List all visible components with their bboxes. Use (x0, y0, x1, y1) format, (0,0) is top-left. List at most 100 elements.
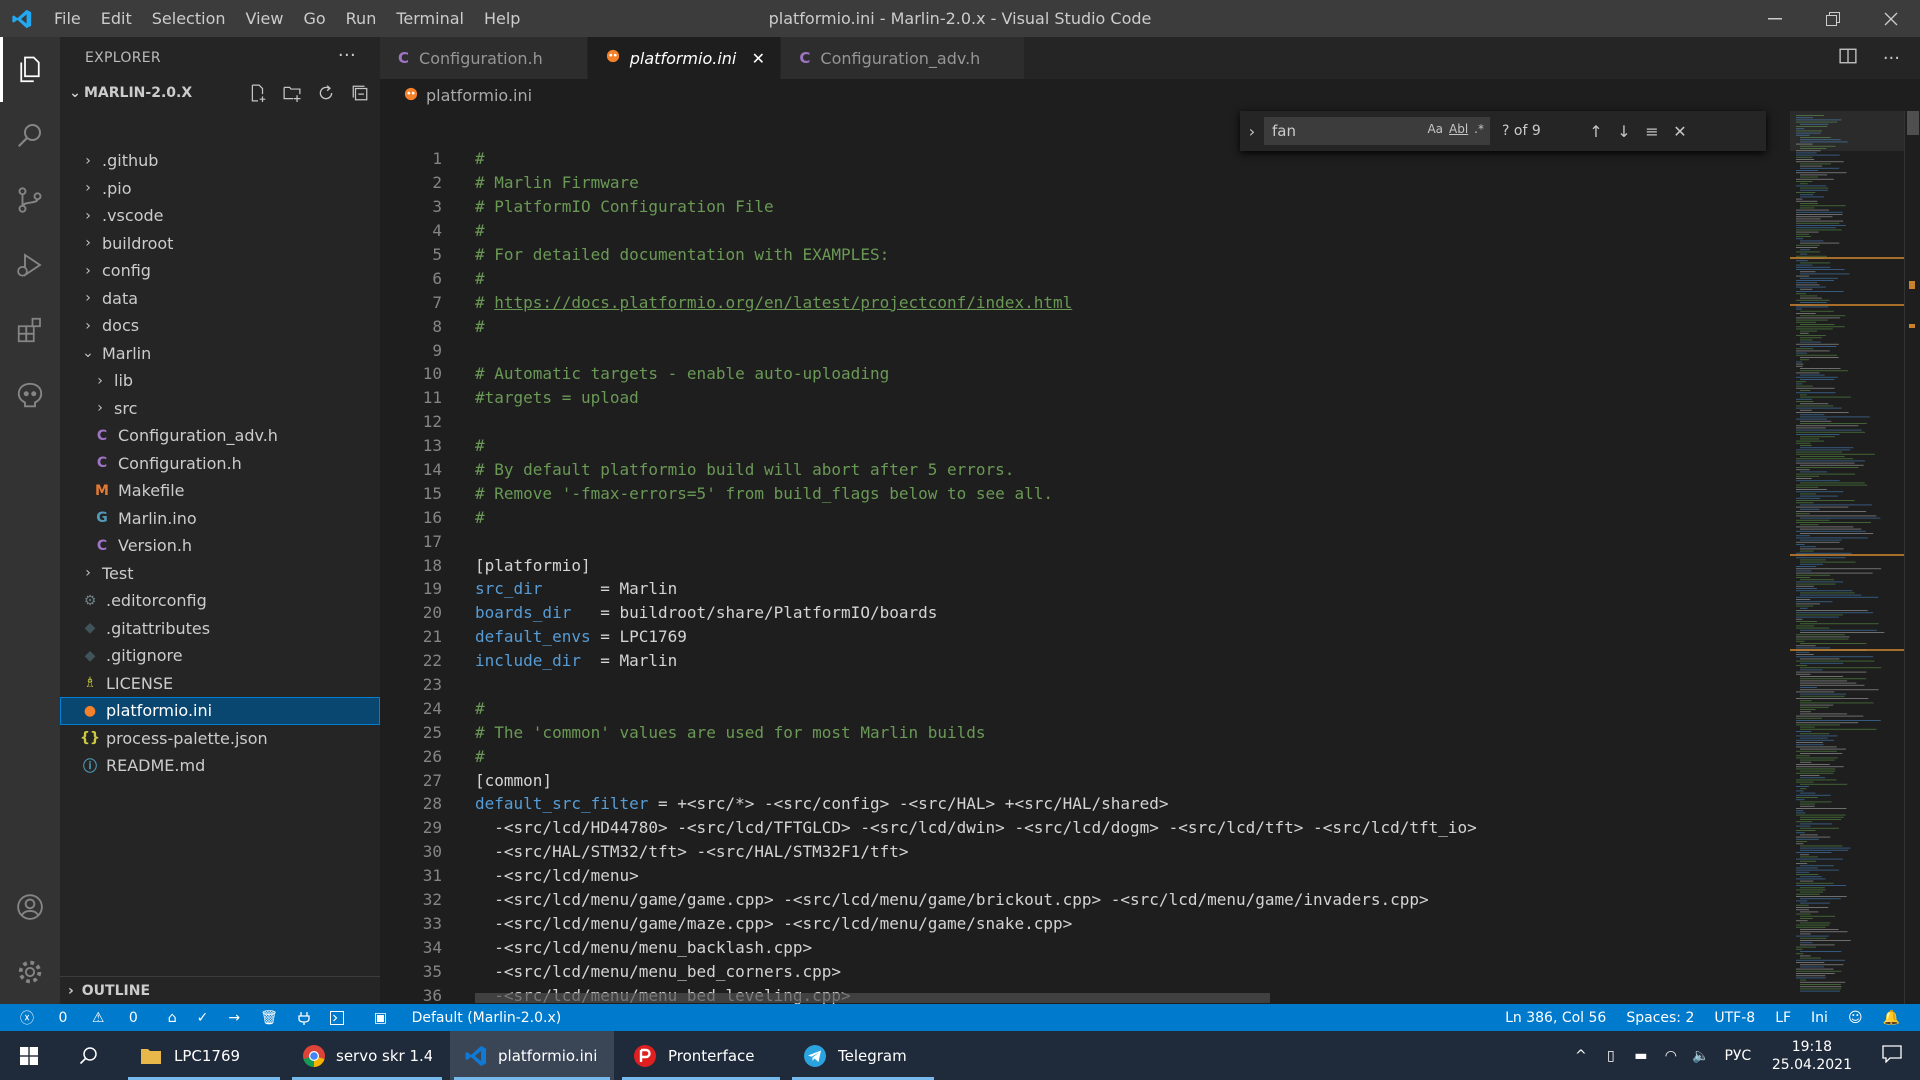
taskbar-app[interactable]: Telegram (788, 1031, 938, 1080)
pio-clean-icon[interactable]: 🗑 (250, 1010, 288, 1026)
taskbar-search-icon[interactable] (58, 1031, 120, 1080)
explorer-icon[interactable] (0, 37, 60, 102)
vertical-scrollbar[interactable] (1904, 111, 1920, 1004)
volume-icon[interactable]: 🔈 (1686, 1048, 1716, 1064)
problems-indicator[interactable]: ⓧ 0 ⚠ 0 (0, 1008, 158, 1028)
pio-upload-icon[interactable]: → (218, 1010, 250, 1026)
tray-overflow-icon[interactable]: ^ (1566, 1048, 1596, 1064)
tree-file[interactable]: C Version.h (60, 532, 380, 560)
notifications-bell-icon[interactable]: 🔔 (1873, 1010, 1910, 1026)
editor-tab[interactable]: C Configuration.h (380, 37, 588, 79)
end-of-line[interactable]: LF (1765, 1010, 1801, 1026)
taskbar-app[interactable]: LPC1769 (124, 1031, 284, 1080)
taskbar-app[interactable]: platformio.ini - Mar... (450, 1031, 614, 1080)
code-link[interactable]: https://docs.platformio.org/en/latest/pr… (494, 293, 1072, 312)
tree-folder[interactable]: › .vscode (60, 202, 380, 230)
horizontal-scrollbar[interactable] (475, 993, 1270, 1003)
close-tab-icon[interactable]: ✕ (750, 49, 766, 68)
tree-folder[interactable]: › docs (60, 312, 380, 340)
use-regex-toggle[interactable]: .* (1474, 122, 1484, 136)
minimap[interactable] (1790, 111, 1904, 1004)
extensions-icon[interactable] (0, 297, 60, 362)
breadcrumb[interactable]: platformio.ini (380, 79, 1780, 111)
new-file-icon[interactable] (246, 81, 270, 105)
minimize-icon[interactable] (1746, 0, 1804, 37)
menu-terminal[interactable]: Terminal (386, 0, 474, 37)
menu-view[interactable]: View (236, 0, 294, 37)
collapse-all-icon[interactable] (348, 81, 372, 105)
tree-file[interactable]: ♗ LICENSE (60, 670, 380, 698)
menu-file[interactable]: File (44, 0, 91, 37)
clock[interactable]: 19:18 25.04.2021 (1760, 1038, 1864, 1074)
tree-folder[interactable]: › .github (60, 147, 380, 175)
tree-file[interactable]: ⓘ README.md (60, 752, 380, 780)
split-editor-icon[interactable] (1839, 47, 1857, 69)
refresh-icon[interactable] (314, 81, 338, 105)
tree-folder[interactable]: › Test (60, 560, 380, 588)
search-icon[interactable] (0, 102, 60, 167)
tree-file[interactable]: ◆ .gitignore (60, 642, 380, 670)
new-folder-icon[interactable] (280, 81, 304, 105)
feedback-icon[interactable]: ☺ (1838, 1010, 1873, 1026)
pio-test-icon[interactable] (288, 1011, 320, 1025)
tree-folder[interactable]: › lib (60, 367, 380, 395)
language-mode[interactable]: Ini (1801, 1010, 1838, 1026)
tree-file[interactable]: G Marlin.ino (60, 505, 380, 533)
menu-edit[interactable]: Edit (91, 0, 142, 37)
tree-file[interactable]: ⚙ .editorconfig (60, 587, 380, 615)
tree-file[interactable]: C Configuration_adv.h (60, 422, 380, 450)
scrollbar-thumb[interactable] (1907, 111, 1919, 135)
wifi-icon[interactable]: ◠ (1656, 1048, 1686, 1064)
match-case-toggle[interactable]: Aa (1427, 122, 1443, 136)
tree-file[interactable]: C Configuration.h (60, 450, 380, 478)
tree-file[interactable]: ● platformio.ini (60, 697, 380, 725)
tree-folder[interactable]: › src (60, 395, 380, 423)
toggle-replace-icon[interactable]: › (1240, 122, 1264, 141)
editor-tab[interactable]: platformio.ini ✕ (587, 37, 782, 79)
platformio-icon[interactable] (0, 362, 60, 427)
encoding[interactable]: UTF-8 (1704, 1010, 1765, 1026)
menu-help[interactable]: Help (474, 0, 530, 37)
cursor-position[interactable]: Ln 386, Col 56 (1495, 1010, 1616, 1026)
editor-tab[interactable]: C Configuration_adv.h (781, 37, 1026, 79)
menu-go[interactable]: Go (293, 0, 335, 37)
source-control-icon[interactable] (0, 167, 60, 232)
pio-terminal-icon[interactable] (320, 1010, 354, 1025)
account-icon[interactable] (0, 874, 60, 939)
menu-selection[interactable]: Selection (142, 0, 236, 37)
taskbar-app[interactable]: servo skr 1.4 FAST_P... (288, 1031, 446, 1080)
previous-match-icon[interactable]: ↑ (1582, 122, 1610, 141)
project-folder-header[interactable]: ⌄ MARLIN-2.0.X (60, 79, 380, 107)
tree-file[interactable]: {} process-palette.json (60, 725, 380, 753)
find-input[interactable]: fan Aa Abl .* (1264, 117, 1490, 145)
outline-section[interactable]: › OUTLINE (60, 976, 380, 1004)
taskbar-app[interactable]: Pronterface (618, 1031, 784, 1080)
menu-run[interactable]: Run (336, 0, 387, 37)
more-actions-icon[interactable]: ··· (1883, 48, 1900, 69)
battery-icon[interactable]: ▬ (1626, 1048, 1656, 1064)
indentation[interactable]: Spaces: 2 (1616, 1010, 1704, 1026)
tree-folder[interactable]: › config (60, 257, 380, 285)
pio-build-icon[interactable]: ✓ (187, 1010, 219, 1026)
code-editor[interactable]: 1 #2 # Marlin Firmware 3 # PlatformIO Config… (380, 111, 1780, 1004)
input-language[interactable]: РУС (1716, 1048, 1760, 1064)
usb-device-icon[interactable]: ▯ (1596, 1048, 1626, 1064)
match-whole-word-toggle[interactable]: Abl (1449, 122, 1468, 136)
next-match-icon[interactable]: ↓ (1610, 122, 1638, 141)
close-find-icon[interactable]: ✕ (1666, 122, 1694, 141)
tree-file[interactable]: ◆ .gitattributes (60, 615, 380, 643)
settings-gear-icon[interactable] (0, 939, 60, 1004)
tree-folder[interactable]: › buildroot (60, 230, 380, 258)
minimap-viewport[interactable] (1790, 111, 1904, 151)
more-actions-icon[interactable]: ··· (338, 45, 356, 66)
tree-file[interactable]: M Makefile (60, 477, 380, 505)
windows-start-icon[interactable] (0, 1031, 58, 1080)
tree-folder[interactable]: ⌄ Marlin (60, 340, 380, 368)
run-debug-icon[interactable] (0, 232, 60, 297)
tree-folder[interactable]: › data (60, 285, 380, 313)
close-window-icon[interactable] (1862, 0, 1920, 37)
find-in-selection-icon[interactable]: ≡ (1638, 122, 1666, 141)
restore-icon[interactable] (1804, 0, 1862, 37)
action-center-icon[interactable] (1864, 1044, 1920, 1067)
pio-env-switcher[interactable]: ▣ Default (Marlin-2.0.x) (354, 1010, 581, 1026)
